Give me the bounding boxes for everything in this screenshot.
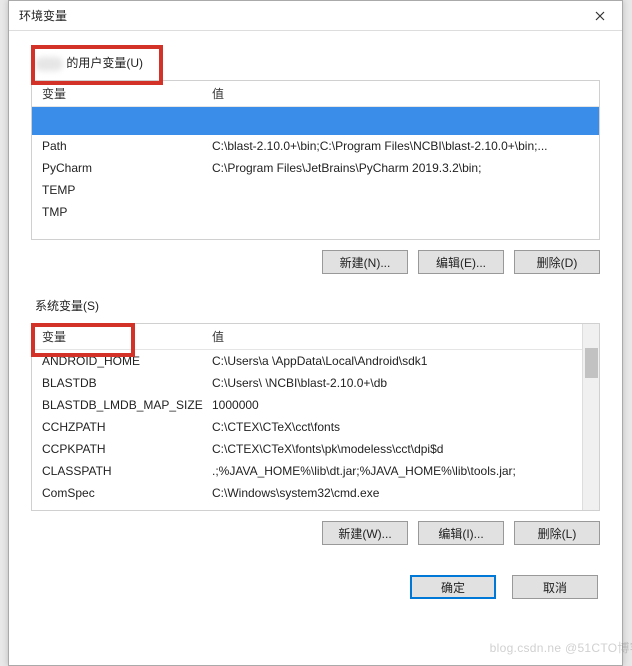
cell-var: BLASTDB (42, 375, 212, 391)
cell-var: ComSpec (42, 485, 212, 501)
system-vars-table[interactable]: 变量 值 ANDROID_HOME C:\Users\a \AppData\Lo… (31, 323, 600, 511)
cell-var: PyCharm (42, 160, 212, 176)
cell-val: C:\Windows\system32\cmd.exe (212, 485, 599, 501)
table-row[interactable] (32, 107, 599, 135)
table-row[interactable]: TEMP (32, 179, 599, 201)
user-vars-label-text: 的用户变量(U) (66, 56, 143, 70)
new-user-var-button[interactable]: 新建(N)... (322, 250, 408, 274)
dialog-title: 环境变量 (19, 7, 67, 24)
system-table-body: ANDROID_HOME C:\Users\a \AppData\Local\A… (32, 350, 599, 510)
ok-button[interactable]: 确定 (410, 575, 496, 599)
scroll-thumb[interactable] (585, 348, 598, 378)
user-table-header: 变量 值 (32, 81, 599, 107)
cell-var: TMP (42, 204, 212, 220)
delete-user-var-button[interactable]: 删除(D) (514, 250, 600, 274)
cell-var: BLASTDB_LMDB_MAP_SIZE (42, 397, 212, 413)
cell-var: CCHZPATH (42, 419, 212, 435)
cell-val: C:\Program Files\JetBrains\PyCharm 2019.… (212, 160, 599, 176)
cell-var: CCPKPATH (42, 441, 212, 457)
table-row[interactable]: CCHZPATH C:\CTEX\CTeX\cct\fonts (32, 416, 599, 438)
user-vars-section: 的用户变量(U) 变量 值 Path C:\blast-2.10.0+\bin;… (31, 51, 600, 274)
table-row[interactable]: Path C:\blast-2.10.0+\bin;C:\Program Fil… (32, 135, 599, 157)
table-row[interactable]: PyCharm C:\Program Files\JetBrains\PyCha… (32, 157, 599, 179)
cell-val (212, 110, 599, 132)
cell-val: C:\CTEX\CTeX\fonts\pk\modeless\cct\dpi$d (212, 441, 599, 457)
new-system-var-button[interactable]: 新建(W)... (322, 521, 408, 545)
cell-val: .;%JAVA_HOME%\lib\dt.jar;%JAVA_HOME%\lib… (212, 463, 599, 479)
cell-var (42, 110, 212, 132)
dialog-content: 的用户变量(U) 变量 值 Path C:\blast-2.10.0+\bin;… (9, 31, 622, 613)
env-vars-dialog: 环境变量 的用户变量(U) 变量 值 (8, 0, 623, 666)
table-row[interactable]: BLASTDB_LMDB_MAP_SIZE 1000000 (32, 394, 599, 416)
close-icon (595, 11, 605, 21)
dialog-footer: 确定 取消 (31, 575, 600, 599)
cell-val (212, 204, 599, 220)
table-row[interactable]: ComSpec C:\Windows\system32\cmd.exe (32, 482, 599, 504)
table-row[interactable]: BLASTDB C:\Users\ \NCBI\blast-2.10.0+\db (32, 372, 599, 394)
cell-var: CLASSPATH (42, 463, 212, 479)
col-header-variable[interactable]: 变量 (42, 328, 212, 345)
edit-user-var-button[interactable]: 编辑(E)... (418, 250, 504, 274)
system-table-header: 变量 值 (32, 324, 599, 350)
user-vars-buttons: 新建(N)... 编辑(E)... 删除(D) (31, 250, 600, 274)
table-row[interactable]: TMP (32, 201, 599, 223)
titlebar: 环境变量 (9, 1, 622, 31)
system-vars-label: 系统变量(S) (31, 294, 103, 317)
cancel-button[interactable]: 取消 (512, 575, 598, 599)
user-table-body: Path C:\blast-2.10.0+\bin;C:\Program Fil… (32, 107, 599, 239)
table-row[interactable]: CLASSPATH .;%JAVA_HOME%\lib\dt.jar;%JAVA… (32, 460, 599, 482)
delete-system-var-button[interactable]: 删除(L) (514, 521, 600, 545)
cell-val: C:\blast-2.10.0+\bin;C:\Program Files\NC… (212, 138, 599, 154)
cell-val: C:\CTEX\CTeX\cct\fonts (212, 419, 599, 435)
cell-var: Path (42, 138, 212, 154)
user-vars-table[interactable]: 变量 值 Path C:\blast-2.10.0+\bin;C:\Progra… (31, 80, 600, 240)
cell-val: C:\Users\ \NCBI\blast-2.10.0+\db (212, 375, 599, 391)
cell-val: C:\Users\a \AppData\Local\Android\sdk1 (212, 353, 599, 369)
cell-var: ANDROID_HOME (42, 353, 212, 369)
edit-system-var-button[interactable]: 编辑(I)... (418, 521, 504, 545)
system-vars-scrollbar[interactable] (582, 324, 599, 510)
table-row[interactable]: ANDROID_HOME C:\Users\a \AppData\Local\A… (32, 350, 599, 372)
user-vars-label: 的用户变量(U) (31, 51, 147, 74)
col-header-value[interactable]: 值 (212, 328, 599, 345)
system-vars-buttons: 新建(W)... 编辑(I)... 删除(L) (31, 521, 600, 545)
cell-val (212, 182, 599, 198)
table-row[interactable]: CCPKPATH C:\CTEX\CTeX\fonts\pk\modeless\… (32, 438, 599, 460)
col-header-variable[interactable]: 变量 (42, 85, 212, 102)
cell-val: 1000000 (212, 397, 599, 413)
system-vars-section: 系统变量(S) 变量 值 ANDROID_HOME C:\Users\a \Ap… (31, 294, 600, 545)
cell-var: TEMP (42, 182, 212, 198)
col-header-value[interactable]: 值 (212, 85, 599, 102)
close-button[interactable] (578, 1, 622, 31)
